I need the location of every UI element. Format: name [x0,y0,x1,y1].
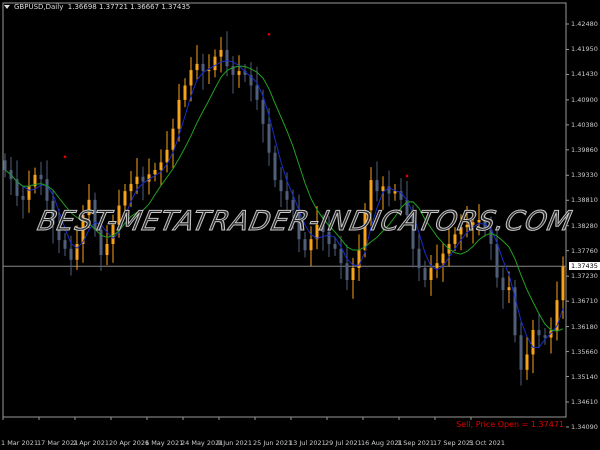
x-tick-label: 2 Apr 2021 [73,439,110,447]
candle-body [537,329,541,336]
candle-body [531,329,535,355]
y-tick-label: 1.35140 [571,372,598,381]
candle-body [543,335,547,338]
candle-body [381,186,385,192]
y-tick-label: 1.38810 [571,196,598,205]
x-tick-label: 25 Jun 2021 [253,439,293,447]
y-tick-label: 1.37230 [571,272,598,281]
y-tick-label: 1.42480 [571,20,598,28]
candle-body [159,162,163,171]
candle-body [75,243,79,260]
candle-body [561,266,565,301]
y-tick-label: 1.39330 [571,171,598,180]
candle-body [207,70,211,72]
candle-body [423,267,427,280]
candle-body [177,99,181,129]
y-tick-label: 1.36710 [571,297,598,306]
x-tick-label: 1 Sep 2021 [397,439,435,447]
candle-body [519,335,523,370]
candle-body [123,191,127,206]
sell-signal-label: Sell, Price Open = 1.37471 [456,420,564,429]
candle-body [3,160,7,171]
candle-body [237,71,241,75]
candle-body [351,267,355,280]
x-tick-label: 5 Oct 2021 [469,439,506,447]
candle-body [261,99,265,124]
candle-body [267,123,271,153]
y-tick-label: 1.37760 [571,246,598,255]
candle-body [375,180,379,192]
candle-body [501,277,505,291]
y-tick-label: 1.38280 [571,221,598,230]
candle-body [69,248,73,260]
candle-body [393,191,397,194]
ohlc-values: 1.36698 1.37721 1.36667 1.37435 [67,3,191,11]
candle-body [183,85,187,100]
candle-body [105,243,109,256]
signal-marker [63,155,67,159]
candle-body [345,263,349,280]
signal-marker [267,32,271,36]
x-tick-label: 9 Jun 2021 [217,439,252,447]
candle-body [417,248,421,268]
candle-body [39,174,43,180]
candle-body [141,176,145,182]
x-tick-label: 13 Jul 2021 [289,439,326,447]
candle-body [273,152,277,181]
x-tick-label: 20 Apr 2021 [109,439,150,447]
candle-body [195,63,199,71]
candle-body [339,248,343,264]
candle-body [219,49,223,57]
y-tick-label: 1.39860 [571,145,598,154]
candle-body [525,354,529,370]
candle-body [279,180,283,192]
x-tick-label: 6 May 2021 [145,439,184,447]
chart-header: GBPUSD,Daily 1.36698 1.37721 1.36667 1.3… [4,3,190,11]
y-tick-label: 1.41430 [571,70,598,79]
candle-body [129,183,133,192]
y-tick-label: 1.34610 [571,397,598,406]
candle-body [63,240,67,249]
candle-body [495,243,499,278]
candle-body [171,128,175,150]
candle-body [165,149,169,163]
candle-body [441,253,445,264]
candle-body [429,267,433,280]
candle-body [27,186,31,200]
candle-body [135,176,139,184]
symbol-label: GBPUSD,Daily [14,3,64,11]
candle-body [285,191,289,200]
y-tick-label: 1.36180 [571,322,598,331]
candle-body [255,85,259,100]
y-tick-label: 1.34090 [571,422,598,431]
candle-body [21,195,25,200]
candle-body [435,263,439,268]
watermark: BEST-METATRADER-INDICATORS.COM [34,206,576,238]
x-tick-label: 29 Jul 2021 [325,439,362,447]
signal-marker [405,174,409,178]
candle-body [303,239,307,251]
current-price-label: 1.37435 [569,262,600,271]
y-tick-label: 1.41950 [571,45,598,54]
candle-body [213,56,217,71]
candle-body [189,70,193,86]
x-tick-label: 1 Mar 2021 [1,439,39,447]
collapse-triangle-icon[interactable] [4,5,10,9]
candle-body [201,63,205,72]
y-tick-label: 1.35660 [571,347,598,356]
candle-body [309,239,313,251]
y-tick-label: 1.40900 [571,95,598,104]
candle-body [153,170,157,175]
candle-body [225,49,229,67]
candle-body [45,179,49,201]
candle-body [507,287,511,291]
y-tick-label: 1.40380 [571,120,598,129]
candle-body [333,243,337,249]
